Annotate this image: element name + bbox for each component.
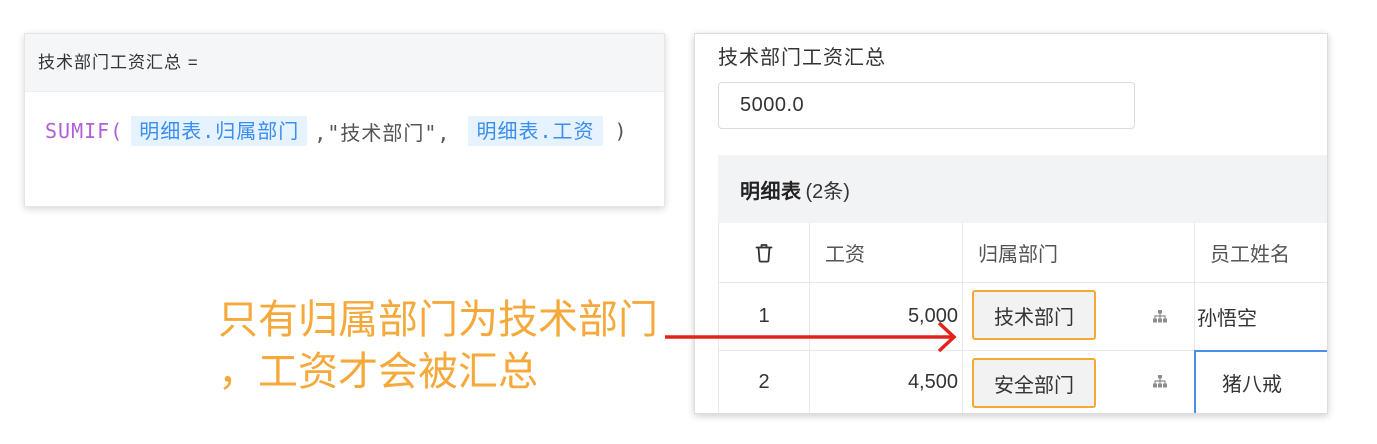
- formula-criteria-literal: ,"技术部门",: [314, 120, 451, 145]
- summary-field-input[interactable]: [718, 82, 1135, 129]
- cell-salary[interactable]: 4,500: [810, 351, 963, 413]
- column-header-salary: 工资: [810, 223, 963, 282]
- cell-employee[interactable]: 孙悟空: [1195, 283, 1327, 350]
- cell-department[interactable]: 技术部门: [963, 283, 1195, 350]
- salary-value: 4,500: [907, 370, 958, 393]
- row-index: 2: [758, 370, 770, 393]
- formula-field-token-salary[interactable]: 明细表.工资: [468, 116, 603, 146]
- org-chart-icon[interactable]: [1153, 309, 1167, 323]
- formula-editor[interactable]: SUMIF( 明细表.归属部门 ,"技术部门", 明细表.工资 ): [25, 92, 664, 206]
- trash-icon[interactable]: [755, 243, 773, 263]
- employee-name: 孙悟空: [1197, 308, 1257, 330]
- cell-index: 2: [718, 351, 810, 413]
- column-header-employee: 员工姓名: [1210, 244, 1290, 266]
- org-chart-icon[interactable]: [1153, 375, 1167, 388]
- annotation-line-1: 只有归属部门为技术部门: [218, 298, 658, 342]
- subtable-count: (2条): [805, 180, 850, 203]
- cell-department[interactable]: 安全部门: [963, 351, 1195, 413]
- subtable-title: 明细表: [740, 180, 802, 203]
- subtable-header: 明细表 (2条): [718, 155, 1327, 223]
- formula-card: 技术部门工资汇总 = SUMIF( 明细表.归属部门 ,"技术部门", 明细表.…: [24, 33, 665, 207]
- annotation-line-2: ，工资才会被汇总: [218, 350, 538, 394]
- formula-function-name: SUMIF(: [45, 119, 124, 143]
- delete-column-header[interactable]: [718, 223, 810, 282]
- employee-name: 猪八戒: [1222, 373, 1282, 396]
- callout-annotation: 只有归属部门为技术部门 ，工资才会被汇总: [218, 294, 658, 398]
- formula-title: 技术部门工资汇总 =: [25, 34, 664, 92]
- formula-expression: SUMIF( 明细表.归属部门 ,"技术部门", 明细表.工资 ): [45, 116, 628, 146]
- formula-field-token-department[interactable]: 明细表.归属部门: [131, 116, 308, 146]
- column-header-department: 归属部门: [963, 223, 1195, 282]
- department-tag[interactable]: 安全部门: [972, 358, 1096, 408]
- table-header-row: 工资 归属部门 员工姓名: [718, 223, 1327, 283]
- table-row: 2 4,500 安全部门 猪八戒: [718, 350, 1327, 413]
- cell-employee-focused[interactable]: 猪八戒: [1194, 350, 1327, 413]
- summary-field-label: 技术部门工资汇总: [718, 47, 886, 69]
- department-tag[interactable]: 技术部门: [972, 290, 1096, 340]
- arrow-right-icon: [665, 321, 957, 353]
- formula-close-paren: ): [614, 119, 628, 143]
